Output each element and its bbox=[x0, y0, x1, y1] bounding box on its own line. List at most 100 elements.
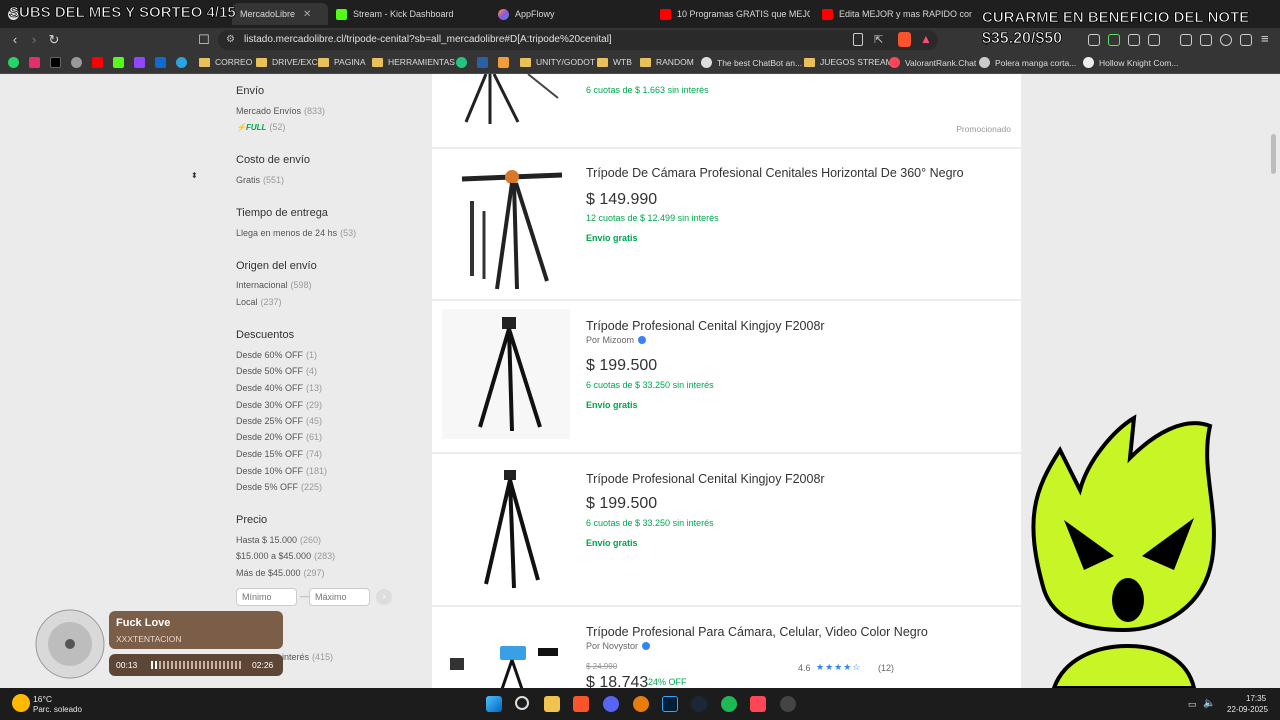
brave-icon[interactable] bbox=[573, 696, 589, 712]
shield-icon[interactable] bbox=[1240, 34, 1252, 46]
bookmark-hollow[interactable]: Hollow Knight Com... bbox=[1083, 57, 1178, 68]
filter-internacional[interactable]: Internacional (598) bbox=[236, 280, 312, 290]
blender-icon[interactable] bbox=[633, 696, 649, 712]
filter-discount-50[interactable]: Desde 50% OFF (4) bbox=[236, 366, 317, 376]
price-max-input[interactable] bbox=[309, 588, 370, 606]
bookmark-folder-juegos[interactable]: JUEGOS STREAM bbox=[804, 57, 893, 67]
bookmark-folder-wtb[interactable]: WTB bbox=[597, 57, 632, 67]
extension-icon[interactable] bbox=[1148, 34, 1160, 46]
playback-progress-bar[interactable] bbox=[151, 661, 241, 669]
filter-discount-10[interactable]: Desde 10% OFF (181) bbox=[236, 466, 327, 476]
product-title[interactable]: Trípode Profesional Para Cámara, Celular… bbox=[586, 625, 928, 639]
bookmark-folder-random[interactable]: RANDOM bbox=[640, 57, 694, 67]
twitch-icon[interactable] bbox=[134, 57, 145, 68]
brave-rewards-icon[interactable]: ▲ bbox=[920, 32, 932, 46]
product-card[interactable]: Trípode Profesional Cenital Kingjoy F200… bbox=[432, 301, 1021, 453]
filter-interes[interactable]: interés (415) bbox=[282, 652, 333, 662]
bookmark-folder-correo[interactable]: CORREO bbox=[199, 57, 252, 67]
reader-mode-icon[interactable] bbox=[853, 33, 863, 46]
scrollbar-thumb[interactable] bbox=[1271, 134, 1276, 174]
price-apply-button[interactable]: › bbox=[376, 589, 392, 605]
sidebar-icon[interactable] bbox=[1180, 34, 1192, 46]
filter-price-low[interactable]: Hasta $ 15.000 (260) bbox=[236, 535, 321, 545]
tab-mercadolibre[interactable]: MercadoLibre ✕ bbox=[232, 3, 328, 25]
wallet-icon[interactable] bbox=[1200, 34, 1212, 46]
bookmark-polera[interactable]: Polera manga corta... bbox=[979, 57, 1076, 68]
discord-icon[interactable] bbox=[603, 696, 619, 712]
site-info-icon[interactable]: ⚙ bbox=[226, 30, 235, 50]
filter-discount-30[interactable]: Desde 30% OFF (29) bbox=[236, 400, 322, 410]
filter-price-high[interactable]: Más de $45.000 (297) bbox=[236, 568, 325, 578]
extension-icon[interactable] bbox=[1088, 34, 1100, 46]
weather-icon[interactable] bbox=[12, 694, 30, 712]
brave-shields-icon[interactable] bbox=[898, 32, 911, 47]
whatsapp-icon[interactable] bbox=[8, 57, 19, 68]
bookmark-folder-pagina[interactable]: PAGINA bbox=[318, 57, 366, 67]
app-icon[interactable] bbox=[498, 57, 509, 68]
bookmark-icon[interactable]: ☐ bbox=[196, 32, 212, 48]
filter-24hs[interactable]: Llega en menos de 24 hs (53) bbox=[236, 228, 356, 238]
product-card[interactable]: Trípode Profesional Para Cámara, Celular… bbox=[432, 607, 1021, 688]
menu-icon[interactable]: ≡ bbox=[1261, 31, 1269, 46]
filter-discount-25[interactable]: Desde 25% OFF (45) bbox=[236, 416, 322, 426]
tab-close-icon[interactable]: ✕ bbox=[303, 9, 311, 20]
back-icon[interactable]: ‹ bbox=[7, 32, 23, 48]
filter-price-mid[interactable]: $15.000 a $45.000 (283) bbox=[236, 551, 335, 561]
telegram-icon[interactable] bbox=[176, 57, 187, 68]
youtube-icon[interactable] bbox=[92, 57, 103, 68]
filter-local[interactable]: Local (237) bbox=[236, 297, 282, 307]
address-bar[interactable]: ⚙ listado.mercadolibre.cl/tripode-cenita… bbox=[218, 30, 938, 50]
product-title[interactable]: Trípode Profesional Cenital Kingjoy F200… bbox=[586, 319, 825, 333]
network-icon[interactable]: ▭ bbox=[1188, 699, 1197, 710]
filter-discount-5[interactable]: Desde 5% OFF (225) bbox=[236, 482, 322, 492]
reload-icon[interactable]: ↻ bbox=[46, 32, 62, 48]
valorant-icon[interactable] bbox=[750, 696, 766, 712]
product-card-top[interactable]: 6 cuotas de $ 1.663 sin interés Promocio… bbox=[432, 74, 1021, 148]
shop-icon bbox=[979, 57, 990, 68]
filter-gratis[interactable]: Gratis (551) bbox=[236, 175, 284, 185]
tab-kick[interactable]: Stream - Kick Dashboard bbox=[336, 3, 486, 25]
product-card[interactable]: Trípode Profesional Cenital Kingjoy F200… bbox=[432, 454, 1021, 606]
extensions-puzzle-icon[interactable] bbox=[1128, 34, 1140, 46]
app-icon[interactable] bbox=[456, 57, 467, 68]
price-min-input[interactable] bbox=[236, 588, 297, 606]
apple-icon[interactable] bbox=[71, 57, 82, 68]
product-title[interactable]: Trípode Profesional Cenital Kingjoy F200… bbox=[586, 472, 825, 486]
windows-start-icon[interactable] bbox=[486, 696, 502, 712]
vpn-icon[interactable] bbox=[1220, 34, 1232, 46]
extension-icon[interactable] bbox=[1108, 34, 1120, 46]
tab-youtube-1[interactable]: 10 Programas GRATIS que MEJORAN bbox=[660, 3, 810, 25]
filter-discount-40[interactable]: Desde 40% OFF (13) bbox=[236, 383, 322, 393]
bookmark-folder-unity[interactable]: UNITY/GODOT bbox=[520, 57, 595, 67]
filter-full[interactable]: ⚡FULL (52) bbox=[236, 122, 285, 132]
tab-youtube-2[interactable]: Edita MEJOR y mas RAPIDO con TO bbox=[822, 3, 972, 25]
photoshop-icon[interactable] bbox=[662, 696, 678, 712]
chatbot-icon bbox=[701, 57, 712, 68]
volume-icon[interactable]: 🔈 bbox=[1203, 698, 1215, 709]
filter-discount-15[interactable]: Desde 15% OFF (74) bbox=[236, 449, 322, 459]
tab-appflowy[interactable]: AppFlowy bbox=[498, 3, 648, 25]
bookmark-folder-drive[interactable]: DRIVE/EXC bbox=[256, 57, 318, 67]
spotify-icon[interactable] bbox=[721, 696, 737, 712]
clock-date[interactable]: 22-09-2025 bbox=[1227, 705, 1268, 714]
filter-discount-20[interactable]: Desde 20% OFF (61) bbox=[236, 432, 322, 442]
bookmark-folder-herramientas[interactable]: HERRAMIENTAS bbox=[372, 57, 455, 67]
instagram-icon[interactable] bbox=[29, 57, 40, 68]
product-card[interactable]: Trípode De Cámara Profesional Cenitales … bbox=[432, 149, 1021, 300]
bookmark-valorant[interactable]: ValorantRank.Chat bbox=[889, 57, 976, 68]
obs-icon[interactable] bbox=[780, 696, 796, 712]
kick-icon[interactable] bbox=[113, 57, 124, 68]
product-title[interactable]: Trípode De Cámara Profesional Cenitales … bbox=[586, 166, 964, 180]
search-icon[interactable] bbox=[515, 696, 529, 710]
filter-discount-60[interactable]: Desde 60% OFF (1) bbox=[236, 350, 317, 360]
forward-icon[interactable]: › bbox=[26, 32, 42, 48]
file-explorer-icon[interactable] bbox=[544, 696, 560, 712]
x-icon[interactable] bbox=[50, 57, 61, 68]
clock-time[interactable]: 17:35 bbox=[1246, 694, 1266, 703]
bookmark-chatbot[interactable]: The best ChatBot an... bbox=[701, 57, 802, 68]
steam-icon[interactable] bbox=[691, 696, 707, 712]
paypal-icon[interactable] bbox=[155, 57, 166, 68]
filter-mercado-envios[interactable]: Mercado Envíos (833) bbox=[236, 106, 325, 116]
share-icon[interactable]: ⇱ bbox=[874, 33, 883, 46]
app-icon[interactable] bbox=[477, 57, 488, 68]
